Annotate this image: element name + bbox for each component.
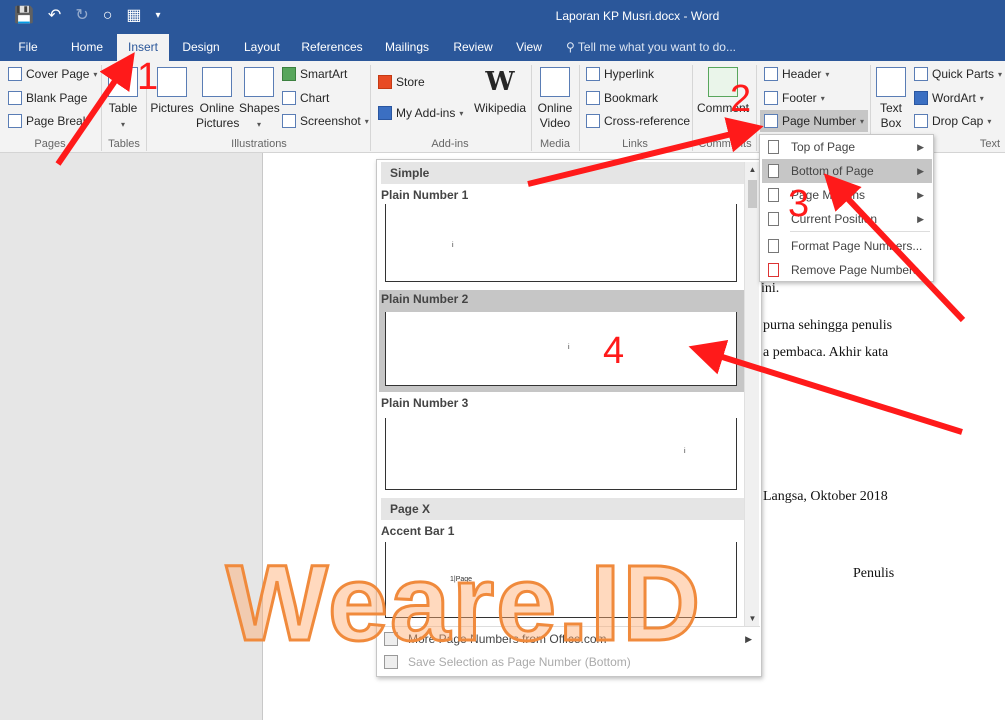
annotation-step-4: 4: [603, 330, 625, 372]
annotation-step-1: 1: [137, 56, 159, 98]
annotation-step-3: 3: [788, 183, 810, 225]
annotation-step-2: 2: [730, 78, 752, 120]
arrow-to-page-number: [527, 117, 764, 187]
arrow-to-plain-number-2: [688, 339, 963, 435]
arrow-to-bottom-of-page: [823, 173, 966, 323]
watermark: Weare.ID: [224, 542, 703, 663]
arrow-to-insert-tab: [55, 52, 135, 166]
